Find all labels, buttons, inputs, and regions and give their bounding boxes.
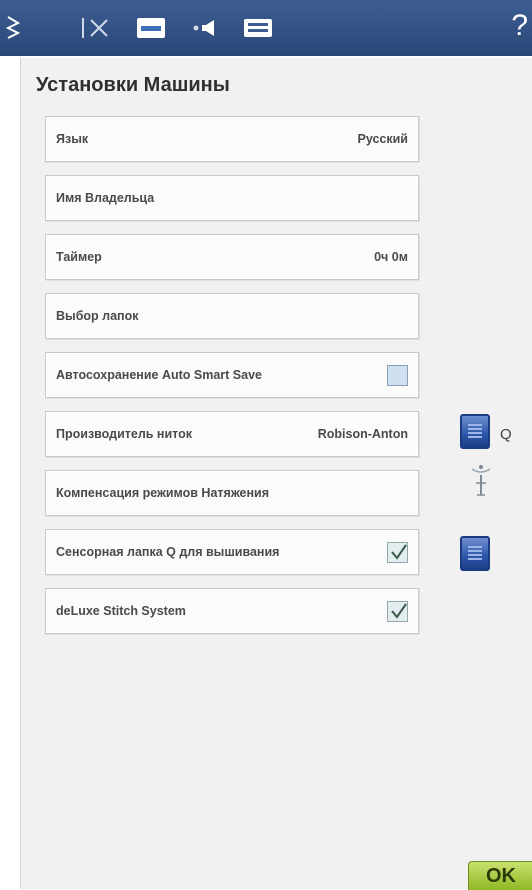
setting-owner-name[interactable]: Имя Владельца (45, 175, 419, 221)
setting-label: Компенсация режимов Натяжения (56, 486, 270, 500)
presser-foot-icon (470, 463, 492, 504)
setting-sensor-q-foot[interactable]: Сенсорная лапка Q для вышивания (45, 529, 419, 575)
stitch-icon[interactable] (4, 14, 24, 42)
setting-label: Язык (56, 132, 89, 146)
checkmark-icon (391, 602, 407, 619)
setting-label: Сенсорная лапка Q для вышивания (56, 545, 280, 559)
ok-button[interactable]: OK (468, 861, 532, 890)
deluxe-stitch-checkbox[interactable] (387, 600, 408, 622)
setting-value: 0ч 0м (374, 250, 408, 264)
setting-value: Русский (357, 132, 408, 146)
button-texture (468, 424, 482, 440)
sound-icon[interactable] (190, 14, 220, 42)
setting-auto-smart-save[interactable]: Автосохранение Auto Smart Save (45, 352, 419, 398)
embroidery-icon[interactable] (241, 14, 275, 42)
checkmark-icon (391, 543, 407, 560)
setting-label: Выбор лапок (56, 309, 139, 323)
setting-language[interactable]: Язык Русский (45, 116, 419, 162)
setting-timer[interactable]: Таймер 0ч 0м (45, 234, 419, 280)
page-title: Установки Машины (36, 74, 230, 96)
sensor-q-foot-checkbox[interactable] (387, 541, 408, 563)
button-texture (468, 546, 482, 562)
machine-settings-icon[interactable] (134, 14, 168, 42)
setting-tension-compensation[interactable]: Компенсация режимов Натяжения (45, 470, 419, 516)
setting-thread-manufacturer[interactable]: Производитель ниток Robison-Anton (45, 411, 419, 457)
setting-label: Производитель ниток (56, 427, 193, 441)
auto-smart-save-checkbox[interactable] (387, 364, 408, 386)
setting-value: Robison-Anton (317, 427, 408, 441)
presser-foot-up-button[interactable] (460, 414, 490, 449)
setting-presser-feet[interactable]: Выбор лапок (45, 293, 419, 339)
setting-label: Автосохранение Auto Smart Save (56, 368, 262, 382)
setting-deluxe-stitch-system[interactable]: deLuxe Stitch System (45, 588, 419, 634)
help-button[interactable]: ? (511, 8, 528, 44)
settings-icon[interactable] (78, 14, 114, 42)
q-label: Q (500, 426, 512, 443)
top-toolbar: ? (0, 0, 532, 56)
presser-foot-down-button[interactable] (460, 536, 490, 571)
setting-label: Таймер (56, 250, 102, 264)
setting-label: Имя Владельца (56, 191, 155, 205)
setting-label: deLuxe Stitch System (56, 604, 186, 618)
